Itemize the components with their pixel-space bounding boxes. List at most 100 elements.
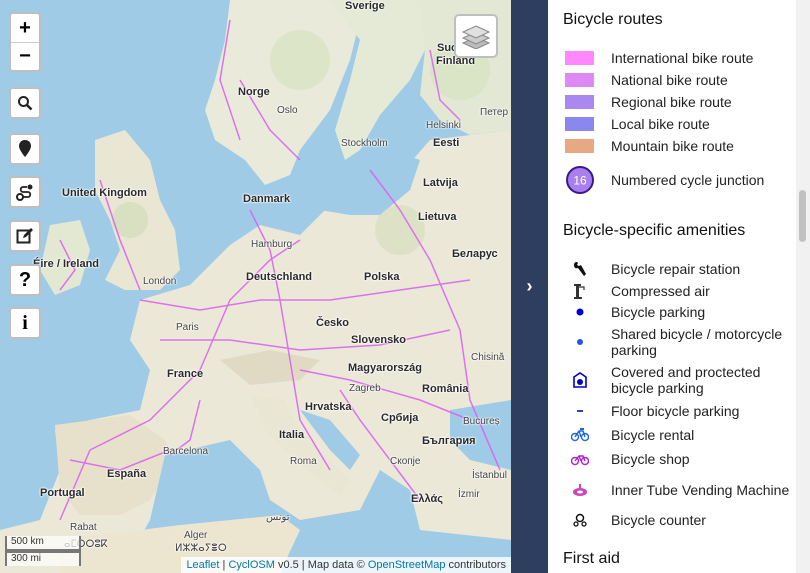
legend-section-routes: Bicycle routes <box>563 11 663 28</box>
legend-amenity-row: Inner Tube Vending Machine <box>548 473 796 507</box>
legend-amenity-label: Bicycle parking <box>611 304 706 320</box>
zoom-in-button[interactable]: + <box>11 14 39 42</box>
map-label-norge: Norge <box>238 86 270 98</box>
leaflet-link[interactable]: Leaflet <box>186 559 219 571</box>
legend-amenity-row: Bicycle counter <box>548 512 796 528</box>
edit-icon <box>16 228 33 244</box>
map-label-espana: España <box>107 468 147 480</box>
map-label-danmark: Danmark <box>243 193 291 205</box>
map-label-roma: Roma <box>290 456 317 467</box>
attribution-version: v0.5 | Map data © <box>274 559 368 571</box>
blue-dot-small-icon <box>576 339 583 345</box>
search-control <box>9 87 41 119</box>
osm-link[interactable]: OpenStreetMap <box>368 559 446 571</box>
legend-amenity-label: Compressed air <box>611 283 710 299</box>
map-label-romania: România <box>422 383 469 395</box>
route-swatch-international <box>565 51 594 65</box>
route-swatch-mountain <box>565 139 594 153</box>
legend-junction-row: 16 Numbered cycle junction <box>548 166 796 194</box>
legend-amenity-row: Covered and proctected bicycle parking <box>548 363 796 397</box>
routing-button[interactable] <box>11 178 39 206</box>
legend-amenity-row: Bicycle rental <box>548 427 796 443</box>
cyclosm-link[interactable]: CyclOSM <box>228 559 274 571</box>
map-label-izmir: İzmir <box>458 489 480 500</box>
map-label-istanbul: İstanbul <box>472 470 508 481</box>
legend-route-label: Local bike route <box>611 116 710 132</box>
map-view[interactable]: Sverige Suo Finland Norge Oslo Helsinki … <box>0 0 511 573</box>
legend-amenity-row: Compressed air <box>548 283 796 299</box>
legend-route-label: Regional bike route <box>611 94 732 110</box>
air-pump-icon <box>573 284 585 299</box>
layers-button[interactable] <box>454 14 498 58</box>
info-button[interactable]: i <box>11 309 39 337</box>
search-button[interactable] <box>11 89 39 117</box>
map-label-latvija: Latvija <box>423 177 458 189</box>
map-label-algeria: ⵍⵣⵣⴰⵢⴻⵔ <box>175 543 227 554</box>
map-label-alger: Alger <box>184 530 208 541</box>
map-label-belarus: Беларус <box>452 248 498 260</box>
layers-icon <box>462 25 490 49</box>
cycle-junction-icon: 16 <box>565 166 594 194</box>
map-label-oslo: Oslo <box>277 105 298 116</box>
locate-button[interactable] <box>11 135 39 163</box>
legend-amenity-row: Shared bicycle / motorcycle parking <box>548 325 796 359</box>
wrench-icon <box>573 261 586 276</box>
help-button[interactable]: ? <box>11 266 39 294</box>
scale-mi: 300 mi <box>5 551 81 566</box>
legend-amenity-label: Inner Tube Vending Machine <box>611 482 790 498</box>
bicycle-rental-icon <box>570 428 589 442</box>
help-control: ? <box>9 264 41 296</box>
scrollbar-thumb[interactable] <box>799 190 806 242</box>
route-swatch-national <box>565 73 594 87</box>
zoom-out-button[interactable]: − <box>11 42 39 70</box>
legend-amenity-label: Bicycle repair station <box>611 261 741 277</box>
legend-amenity-row: Bicycle parking <box>548 304 796 320</box>
map-label-tunis: تونس <box>266 512 290 523</box>
map-label-zagreb: Zagreb <box>349 383 381 394</box>
sidebar-toggle[interactable]: › <box>511 0 548 573</box>
legend-amenity-label: Shared bicycle / motorcycle parking <box>611 326 783 358</box>
legend-amenity-label: Floor bicycle parking <box>611 403 740 419</box>
map-label-barcelona: Barcelona <box>163 446 209 457</box>
blue-dot-icon <box>576 308 583 316</box>
legend-route-row: National bike route <box>548 72 796 88</box>
map-label-lietuva: Lietuva <box>418 211 457 223</box>
map-label-cesko: Česko <box>316 317 350 329</box>
map-label-slovensko: Slovensko <box>351 334 407 346</box>
legend-scrollbar[interactable] <box>796 0 810 573</box>
map-label-deutschland: Deutschland <box>246 271 313 283</box>
edit-button[interactable] <box>11 222 39 250</box>
map-label-portugal: Portugal <box>40 487 85 499</box>
junction-number: 16 <box>573 174 587 188</box>
bicycle-counter-icon <box>572 513 587 527</box>
map-label-paris: Paris <box>176 322 199 333</box>
map-label-skopje: Скопје <box>390 456 421 467</box>
tube-vending-icon <box>572 484 587 496</box>
attribution-contributors: contributors <box>445 559 506 571</box>
legend-junction-label: Numbered cycle junction <box>611 172 765 188</box>
legend-route-label: International bike route <box>611 50 754 66</box>
legend-panel: Bicycle routes International bike route … <box>548 0 796 573</box>
legend-amenity-label: Covered and proctected bicycle parking <box>611 364 761 396</box>
legend-route-label: National bike route <box>611 72 728 88</box>
map-label-london: London <box>143 276 177 287</box>
route-icon <box>16 184 33 201</box>
map-label-rabat: Rabat <box>70 522 97 533</box>
map-label-stockholm: Stockholm <box>341 138 388 149</box>
legend-amenity-row: Bicycle repair station <box>548 261 796 277</box>
map-label-hrvatska: Hrvatska <box>305 401 352 413</box>
map-label-france: France <box>167 368 204 380</box>
map-label-peterburg: Петер <box>480 107 509 118</box>
legend-amenity-row: Floor bicycle parking <box>548 403 796 419</box>
map-label-united-kingdom: United Kingdom <box>62 187 147 199</box>
scale-km: 500 km <box>5 536 81 551</box>
map-label-magyarorszag: Magyarország <box>348 362 422 374</box>
bicycle-shop-icon <box>570 455 589 466</box>
map-label-hamburg: Hamburg <box>251 239 293 250</box>
legend-amenity-label: Bicycle shop <box>611 451 690 467</box>
edit-control <box>9 220 41 252</box>
legend-section-first-aid: First aid <box>563 550 620 567</box>
legend-amenity-label: Bicycle counter <box>611 512 706 528</box>
route-swatch-regional <box>565 95 594 109</box>
map-label-ellas: Ελλάς <box>411 493 443 505</box>
